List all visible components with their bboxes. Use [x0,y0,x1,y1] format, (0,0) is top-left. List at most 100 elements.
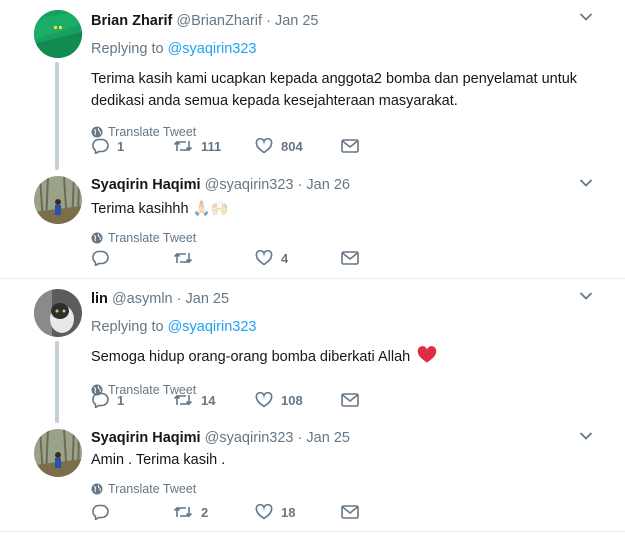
direct-message-action[interactable] [341,505,359,519]
tweet-header: Syaqirin Haqimi @syaqirin323 · Jan 25 [91,429,595,447]
retweet-count: 111 [201,138,222,154]
tweet-actions: 2 18 [91,504,359,520]
replying-to-label: Replying to [91,41,164,57]
tweet-text: Semoga hidup orang-orang bomba diberkati… [91,346,595,371]
user-handle[interactable]: @syaqirin323 [205,177,294,193]
like-count: 4 [281,250,289,266]
like-count: 108 [281,392,303,408]
reply-icon [92,392,109,408]
reply-action[interactable] [91,250,173,266]
direct-message-action[interactable] [341,393,359,407]
retweet-action[interactable] [173,251,255,265]
thread-2: lin @asymln · Jan 25 Replying to @syaqir… [0,279,625,532]
tweet-header: Syaqirin Haqimi @syaqirin323 · Jan 26 [91,176,595,194]
tweet-actions: 1 111 804 [91,138,359,154]
heart-icon [255,138,273,154]
reply-action[interactable]: 1 [91,392,173,408]
envelope-icon [341,139,359,153]
retweet-icon [173,394,193,406]
replying-to-link[interactable]: @syaqirin323 [168,319,257,335]
retweet-icon [173,140,193,152]
chevron-down-icon[interactable] [579,291,593,301]
chevron-down-icon[interactable] [579,178,593,188]
user-handle[interactable]: @BrianZharif [176,13,262,29]
timestamp[interactable]: Jan 25 [275,13,319,29]
replying-to: Replying to @syaqirin323 [91,318,595,336]
tweet-actions: 4 [91,250,359,266]
thread-line [55,62,59,170]
replying-to-label: Replying to [91,319,164,335]
direct-message-action[interactable] [341,139,359,153]
tweet-text: Terima kasihhh 🙏🏻🙌🏻 [91,198,595,220]
retweet-icon [173,252,193,264]
tweet-actions: 1 14 108 [91,392,359,408]
timestamp[interactable]: Jan 25 [306,430,350,446]
direct-message-action[interactable] [341,251,359,265]
tweet-header: Brian Zharif @BrianZharif · Jan 25 [91,12,595,30]
tweet-text: Amin . Terima kasih . [91,452,226,468]
retweet-count: 14 [201,392,216,408]
envelope-icon [341,251,359,265]
reply-icon [92,250,109,266]
like-action[interactable]: 108 [255,392,341,408]
display-name[interactable]: Syaqirin Haqimi [91,430,201,446]
heart-icon [255,504,273,520]
tweet-body: lin @asymln · Jan 25 Replying to @syaqir… [91,290,595,398]
retweet-count: 2 [201,504,209,520]
avatar[interactable] [34,176,82,224]
replying-to-link[interactable]: @syaqirin323 [168,41,257,57]
reply-count: 1 [117,138,125,154]
globe-icon [91,483,103,495]
envelope-icon [341,393,359,407]
translate-label: Translate Tweet [108,231,197,245]
tweet-text-content: Terima kasihhh [91,201,189,217]
tweet-header: lin @asymln · Jan 25 [91,290,595,308]
translate-tweet[interactable]: Translate Tweet [91,481,595,497]
chevron-down-icon[interactable] [579,431,593,441]
avatar[interactable] [34,289,82,337]
replying-to: Replying to @syaqirin323 [91,40,595,58]
separator-dot: · [266,13,271,29]
like-count: 18 [281,504,296,520]
translate-label: Translate Tweet [108,482,197,496]
envelope-icon [341,505,359,519]
display-name[interactable]: lin [91,291,108,307]
translate-tweet[interactable]: Translate Tweet [91,230,595,246]
reply-action[interactable] [91,504,173,520]
timestamp[interactable]: Jan 25 [186,291,230,307]
like-action[interactable]: 18 [255,504,341,520]
tweet-body: Syaqirin Haqimi @syaqirin323 · Jan 26 Te… [91,176,595,246]
separator-dot: · [297,177,303,193]
reply-action[interactable]: 1 [91,138,173,154]
user-handle[interactable]: @syaqirin323 [205,430,294,446]
retweet-icon [173,506,193,518]
separator-dot: · [176,291,182,307]
chevron-down-icon[interactable] [579,12,593,22]
retweet-action[interactable]: 111 [173,139,255,154]
like-action[interactable]: 4 [255,250,341,266]
reply-count: 1 [117,392,125,408]
display-name[interactable]: Syaqirin Haqimi [91,177,201,193]
globe-icon [91,232,103,244]
reply-icon [92,138,109,154]
tweet-body: Syaqirin Haqimi @syaqirin323 · Jan 25 Am… [91,429,595,497]
thread-1: Brian Zharif @BrianZharif · Jan 25 Reply… [0,0,625,279]
thread-line [55,341,59,423]
tweet-body: Brian Zharif @BrianZharif · Jan 25 Reply… [91,12,595,140]
retweet-action[interactable]: 2 [173,505,255,520]
heart-icon [255,392,273,408]
like-action[interactable]: 804 [255,138,341,154]
avatar[interactable] [34,10,82,58]
tweet-text: Terima kasih kami ucapkan kepada anggota… [91,71,578,109]
like-count: 804 [281,138,303,154]
tweet-text-content: Semoga hidup orang-orang bomba diberkati… [91,349,411,365]
globe-icon [91,126,103,138]
user-handle[interactable]: @asymln [112,291,173,307]
retweet-action[interactable]: 14 [173,393,255,408]
timestamp[interactable]: Jan 26 [306,177,350,193]
reply-icon [92,504,109,520]
avatar[interactable] [34,429,82,477]
display-name[interactable]: Brian Zharif [91,13,172,29]
separator-dot: · [297,430,303,446]
heart-emoji [417,346,437,371]
